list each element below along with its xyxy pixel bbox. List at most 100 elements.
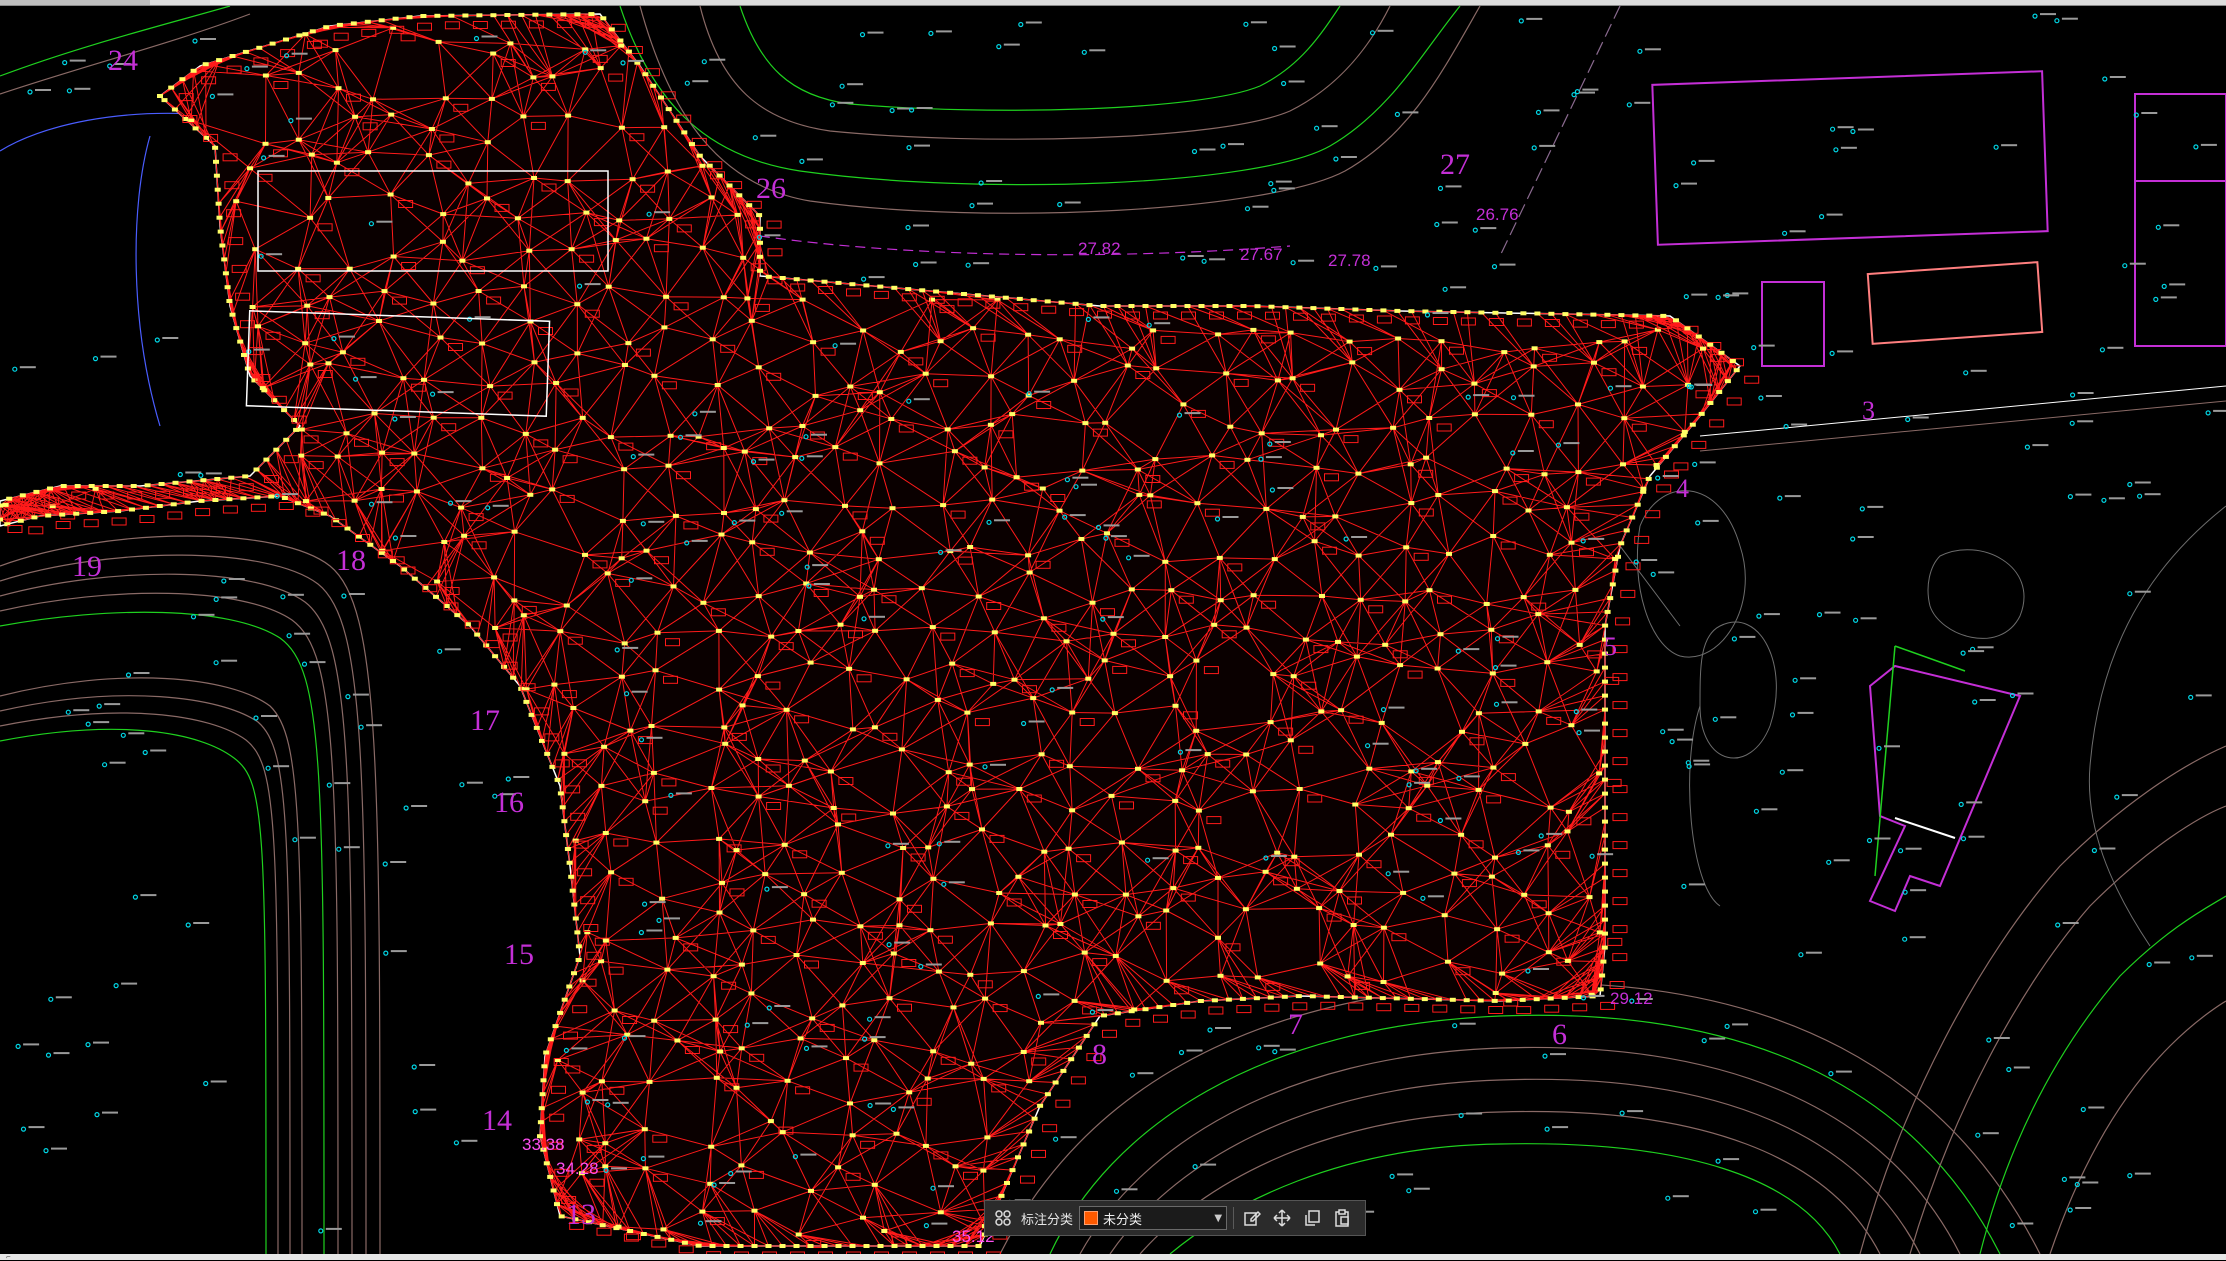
survey-point	[576, 1137, 583, 1142]
grid-view-icon[interactable]	[991, 1206, 1015, 1230]
survey-point	[618, 43, 625, 48]
spot-height-text	[758, 458, 775, 461]
survey-point	[784, 1078, 791, 1083]
survey-point	[1079, 468, 1086, 473]
survey-point	[650, 770, 657, 775]
survey-point	[538, 1106, 545, 1111]
survey-point	[1216, 555, 1223, 560]
cad-drawing-canvas[interactable]: 24 26 27 3 4 5 6 7 8 13 14 15 16 17 18 1…	[0, 5, 2226, 1260]
survey-point	[708, 786, 715, 790]
survey-point	[1488, 874, 1495, 879]
survey-point	[142, 505, 149, 510]
survey-point	[652, 668, 659, 673]
edit-icon[interactable]	[1240, 1206, 1264, 1230]
survey-point	[1505, 998, 1512, 1003]
survey-point	[897, 349, 904, 354]
spot-height-text	[612, 1101, 629, 1104]
survey-point	[1081, 950, 1088, 955]
survey-point	[1172, 703, 1179, 708]
copy-icon[interactable]	[1300, 1206, 1324, 1230]
spot-height-text	[685, 434, 702, 437]
spot-height-text	[1388, 706, 1405, 709]
survey-point	[1026, 570, 1033, 575]
survey-point	[269, 41, 276, 46]
survey-point	[810, 340, 817, 345]
topographic-plan[interactable]	[0, 5, 2226, 1260]
spot-height-text	[938, 1185, 954, 1188]
class-color-swatch	[1084, 1211, 1099, 1225]
survey-point	[566, 860, 573, 865]
survey-point	[1660, 313, 1667, 318]
survey-point	[1618, 313, 1625, 318]
move-icon[interactable]	[1270, 1206, 1294, 1230]
spot-height-text	[360, 376, 377, 379]
survey-point	[574, 302, 581, 307]
spot-height-text	[2195, 694, 2212, 697]
spot-height-text	[210, 1080, 227, 1083]
survey-point	[161, 98, 168, 103]
survey-point	[597, 66, 604, 71]
survey-point	[622, 363, 628, 367]
survey-point	[1459, 729, 1465, 734]
survey-point	[1575, 470, 1582, 475]
survey-point	[1195, 808, 1202, 813]
spot-height-text	[1597, 853, 1614, 856]
spot-height-text	[735, 1170, 752, 1173]
survey-point	[602, 1164, 609, 1169]
section-label: 15	[504, 938, 534, 971]
spot-height-text	[221, 659, 238, 662]
spot-height-text	[2001, 144, 2018, 147]
survey-point	[1492, 489, 1498, 494]
spot-height-text	[1480, 227, 1497, 230]
survey-point	[665, 463, 672, 468]
spot-height-text	[1380, 265, 1397, 268]
spot-height-text	[2134, 481, 2151, 484]
survey-point	[213, 173, 220, 178]
survey-point	[1435, 493, 1442, 497]
spot-height-text	[1584, 729, 1600, 732]
spot-height-text	[1279, 1048, 1296, 1051]
survey-point	[1063, 639, 1070, 644]
survey-point	[859, 961, 866, 965]
survey-point	[1449, 997, 1456, 1002]
survey-point	[619, 518, 626, 523]
survey-point	[539, 1092, 546, 1097]
survey-point	[616, 218, 623, 223]
survey-point	[179, 77, 186, 82]
survey-point	[860, 1215, 866, 1220]
spot-height-text	[2017, 1222, 2034, 1225]
survey-point	[1586, 895, 1593, 900]
survey-point	[1066, 764, 1073, 769]
survey-point	[967, 972, 974, 977]
spot-height-text	[913, 398, 930, 401]
survey-point	[952, 1164, 959, 1169]
spot-height-text	[2075, 493, 2092, 496]
survey-point	[523, 699, 530, 704]
paste-icon[interactable]	[1330, 1206, 1354, 1230]
survey-point	[1215, 332, 1222, 337]
survey-point	[757, 254, 763, 259]
spot-height-text	[2062, 922, 2079, 924]
survey-point	[281, 408, 288, 413]
survey-point	[738, 1163, 745, 1168]
annotation-class-select[interactable]: 未分类 ▼	[1079, 1206, 1228, 1230]
survey-point	[1357, 597, 1364, 602]
survey-point	[1163, 978, 1170, 983]
spot-height-text	[869, 615, 885, 618]
survey-point	[1020, 1142, 1027, 1147]
survey-point	[1545, 911, 1552, 916]
survey-point	[216, 215, 223, 220]
survey-point	[541, 1064, 548, 1069]
survey-point	[1531, 346, 1538, 351]
survey-point	[1632, 313, 1639, 318]
survey-point	[1114, 1011, 1121, 1016]
survey-point	[1129, 346, 1136, 351]
spot-height-text	[1627, 1110, 1644, 1113]
section-label: 17	[470, 704, 500, 737]
survey-point	[217, 229, 224, 234]
spot-height-text	[1723, 1158, 1740, 1161]
spot-height-text	[1393, 870, 1410, 873]
survey-point	[1128, 587, 1135, 592]
spot-height-text	[1739, 635, 1756, 638]
survey-point	[1541, 472, 1548, 477]
